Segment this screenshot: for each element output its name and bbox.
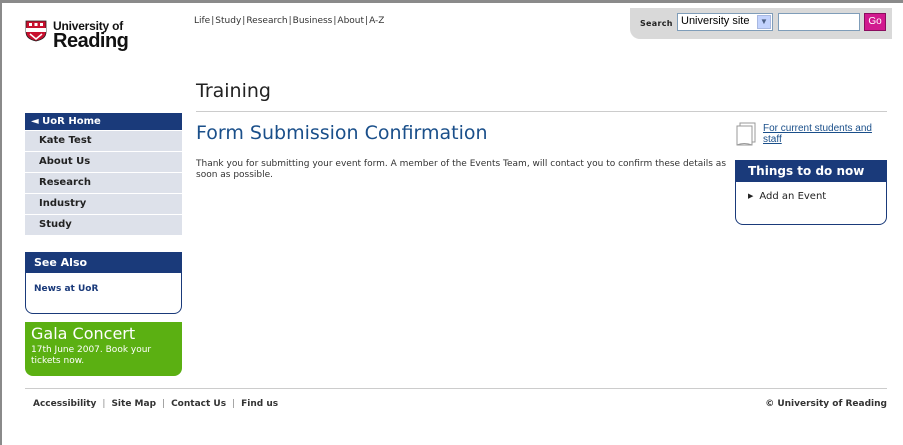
confirmation-message: Thank you for submitting your event form…: [196, 159, 727, 180]
topnav-about[interactable]: About: [337, 16, 364, 26]
search-scope-value: University site: [681, 15, 750, 27]
topnav-business[interactable]: Business: [293, 16, 333, 26]
todo-item-label: Add an Event: [759, 191, 827, 202]
copyright-text: © University of Reading: [765, 399, 887, 409]
chevron-down-icon[interactable]: ▼: [757, 15, 771, 29]
things-to-do-box: Things to do now ▶ Add an Event: [735, 160, 887, 225]
title-divider: [196, 111, 887, 112]
news-at-uor-link[interactable]: News at UoR: [34, 284, 181, 294]
see-also-box: See Also News at UoR: [25, 252, 182, 314]
things-to-do-heading: Things to do now: [736, 161, 886, 182]
footer-contact-us-link[interactable]: Contact Us: [171, 399, 226, 409]
document-icon: [736, 122, 756, 146]
nav-item-about-us[interactable]: About Us: [25, 151, 182, 172]
promo-text: 17th June 2007. Book your tickets now.: [31, 345, 152, 366]
search-input[interactable]: [778, 13, 860, 31]
crest-icon: [25, 20, 47, 42]
nav-item-kate-test[interactable]: Kate Test: [25, 130, 182, 151]
see-also-heading: See Also: [26, 253, 181, 273]
university-logo[interactable]: University of Reading: [25, 18, 155, 58]
footer-links: Accessibility | Site Map | Contact Us | Find u…: [33, 399, 279, 409]
section-title: Training: [196, 80, 271, 102]
topnav-life[interactable]: Life: [194, 16, 210, 26]
footer-find-us-link[interactable]: Find us: [241, 399, 278, 409]
todo-item-add-event[interactable]: ▶ Add an Event: [748, 191, 886, 202]
topnav-research[interactable]: Research: [246, 16, 287, 26]
search-go-button[interactable]: Go: [864, 13, 886, 31]
page-heading: Form Submission Confirmation: [196, 122, 488, 144]
left-navigation: ◄ UoR Home Kate Test About Us Research I…: [25, 113, 182, 235]
nav-item-research[interactable]: Research: [25, 172, 182, 193]
nav-uor-home[interactable]: ◄ UoR Home: [25, 113, 182, 130]
top-navigation: Life|Study|Research|Business|About|A-Z: [194, 16, 385, 26]
logo-text-line2: Reading: [53, 30, 129, 52]
triangle-right-icon: ▶: [748, 192, 754, 200]
nav-item-industry[interactable]: Industry: [25, 193, 182, 214]
window-frame-left: [0, 0, 2, 445]
window-frame-top: [0, 0, 903, 3]
promo-title: Gala Concert: [31, 324, 136, 343]
footer-accessibility-link[interactable]: Accessibility: [33, 399, 96, 409]
search-scope-select[interactable]: University site ▼: [677, 13, 773, 31]
gala-concert-promo[interactable]: Gala Concert 17th June 2007. Book your t…: [25, 322, 182, 376]
topnav-study[interactable]: Study: [215, 16, 241, 26]
nav-item-study[interactable]: Study: [25, 214, 182, 235]
footer-site-map-link[interactable]: Site Map: [111, 399, 156, 409]
search-label: Search: [640, 19, 673, 28]
search-panel: Search University site ▼ Go: [630, 8, 892, 39]
topnav-a-z[interactable]: A-Z: [369, 16, 384, 26]
footer-divider: [25, 388, 887, 389]
current-students-staff-link[interactable]: For current students and staff: [763, 123, 883, 145]
